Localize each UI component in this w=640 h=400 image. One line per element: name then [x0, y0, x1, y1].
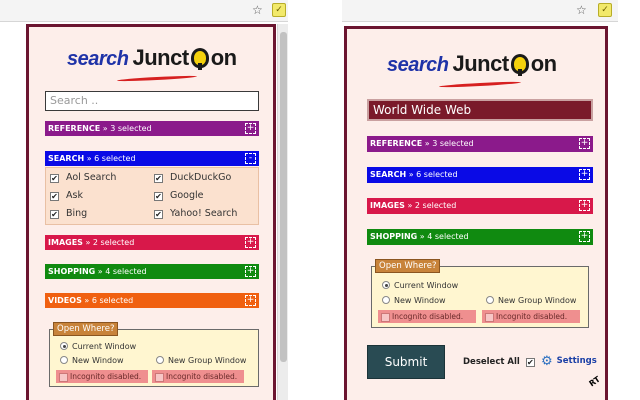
radio-icon[interactable] — [156, 356, 164, 364]
expand-icon[interactable]: + — [245, 295, 256, 306]
checkbox-icon[interactable]: ✔ — [154, 210, 163, 219]
expand-icon[interactable]: + — [579, 200, 590, 211]
radio-icon[interactable] — [60, 356, 68, 364]
incognito-group-option: Incognito disabled. — [152, 370, 244, 383]
bookmark-star-icon[interactable]: ☆ — [576, 3, 587, 17]
radio-new-group-window[interactable]: New Group Window — [156, 356, 246, 365]
checkbox-icon[interactable]: ✔ — [50, 174, 59, 183]
settings-link[interactable]: ⚙ Settings — [541, 354, 597, 369]
popup-left: search Junct on Search .. REFERENCE » 3 se… — [26, 24, 276, 400]
radio-icon[interactable] — [486, 296, 494, 304]
category-reference[interactable]: REFERENCE » 3 selected + — [367, 136, 593, 152]
radio-new-window[interactable]: New Window — [60, 356, 124, 365]
engine-bing[interactable]: ✔ Bing — [50, 208, 87, 219]
radio-selected-icon[interactable] — [60, 342, 68, 350]
category-images[interactable]: IMAGES » 2 selected + — [45, 235, 259, 250]
collapse-icon[interactable]: - — [245, 153, 256, 164]
engine-ask[interactable]: ✔ Ask — [50, 190, 83, 201]
signature-mark: RT — [587, 374, 602, 389]
engine-google[interactable]: ✔ Google — [154, 190, 204, 201]
incognito-group-option: Incognito disabled. — [482, 310, 580, 323]
category-shopping[interactable]: SHOPPING » 4 selected + — [45, 264, 259, 279]
expand-icon[interactable]: + — [579, 138, 590, 149]
checkbox-icon[interactable]: ✔ — [525, 358, 535, 367]
radio-selected-icon[interactable] — [382, 281, 390, 289]
expand-icon[interactable]: + — [245, 123, 256, 134]
category-shopping[interactable]: SHOPPING » 4 selected + — [367, 229, 593, 245]
category-images[interactable]: IMAGES » 2 selected + — [367, 198, 593, 214]
checkbox-icon[interactable]: ✔ — [50, 210, 59, 219]
open-where-legend: Open Where? — [375, 259, 441, 273]
lightbulb-icon — [510, 54, 529, 76]
radio-current-window[interactable]: Current Window — [382, 281, 458, 290]
category-search[interactable]: SEARCH » 6 selected - — [45, 151, 259, 166]
category-search[interactable]: SEARCH » 6 selected + — [367, 167, 593, 183]
category-reference[interactable]: REFERENCE » 3 selected + — [45, 121, 259, 136]
search-junction-logo: search Junct on — [67, 45, 237, 83]
incognito-option: Incognito disabled. — [56, 370, 148, 383]
expand-icon[interactable]: + — [579, 231, 590, 242]
radio-current-window[interactable]: Current Window — [60, 342, 136, 351]
checkbox-icon[interactable]: ✔ — [154, 174, 163, 183]
radio-new-window[interactable]: New Window — [382, 296, 446, 305]
deselect-all[interactable]: Deselect All ✔ — [463, 357, 535, 367]
checkbox-icon[interactable]: ✔ — [154, 192, 163, 201]
bookmark-star-icon[interactable]: ☆ — [252, 3, 263, 17]
expand-icon[interactable]: + — [245, 266, 256, 277]
browser-toolbar-left: ☆ ✓ — [0, 0, 288, 22]
checkbox-icon[interactable]: ✔ — [50, 192, 59, 201]
engine-duckduckgo[interactable]: ✔ DuckDuckGo — [154, 172, 231, 183]
incognito-option: Incognito disabled. — [378, 310, 476, 323]
search-junction-logo: search Junct on — [387, 51, 557, 89]
engine-aol[interactable]: ✔ Aol Search — [50, 172, 116, 183]
logo-swoosh — [438, 80, 522, 89]
radio-icon[interactable] — [382, 296, 390, 304]
logo-swoosh — [116, 74, 198, 83]
scrollbar-thumb[interactable] — [280, 32, 287, 362]
gear-icon: ⚙ — [541, 354, 553, 369]
category-videos[interactable]: VIDEOS » 6 selected + — [45, 293, 259, 308]
search-input[interactable]: Search .. — [45, 91, 259, 111]
submit-button[interactable]: Submit — [367, 345, 445, 379]
screenshot-stage: ☆ ✓ search Junct on Search .. REFERENCE » … — [0, 0, 640, 400]
open-where-group: Current Window New Window New Group Wind… — [371, 266, 589, 328]
lightbulb-icon — [190, 48, 209, 70]
extension-icon[interactable]: ✓ — [598, 3, 612, 17]
expand-icon[interactable]: + — [245, 237, 256, 248]
extension-icon[interactable]: ✓ — [272, 3, 286, 17]
scrollbar[interactable] — [277, 24, 288, 400]
browser-toolbar-right: ☆ ✓ — [342, 0, 618, 22]
open-where-group: Current Window New Window New Group Wind… — [49, 329, 259, 387]
radio-new-group-window[interactable]: New Group Window — [486, 296, 576, 305]
engine-yahoo[interactable]: ✔ Yahoo! Search — [154, 208, 237, 219]
search-engine-list: ✔ Aol Search ✔ DuckDuckGo ✔ Ask ✔ Google ✔ Bi… — [45, 167, 259, 225]
open-where-legend: Open Where? — [53, 322, 119, 336]
search-input[interactable]: World Wide Web — [367, 99, 593, 121]
popup-right: search Junct on World Wide Web REFERENCE »… — [344, 26, 608, 400]
expand-icon[interactable]: + — [579, 169, 590, 180]
